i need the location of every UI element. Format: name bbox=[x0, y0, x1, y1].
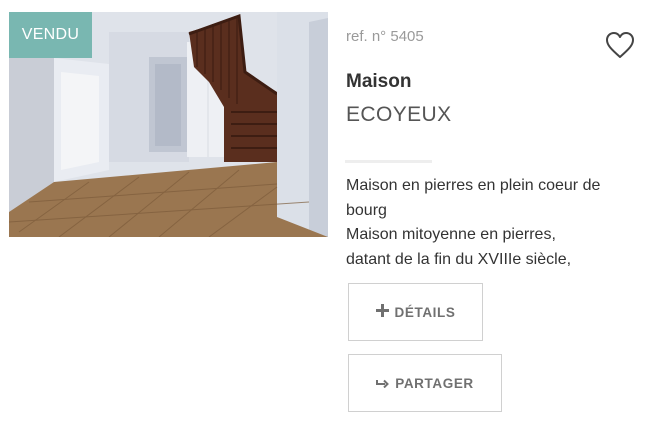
favorite-button[interactable] bbox=[605, 31, 635, 59]
reference-number: ref. n° 5405 bbox=[346, 28, 424, 45]
property-type: Maison bbox=[346, 71, 412, 92]
details-label: DÉTAILS bbox=[394, 304, 456, 320]
details-button[interactable]: DÉTAILS bbox=[348, 283, 483, 341]
status-badge: VENDU bbox=[9, 12, 92, 58]
plus-icon bbox=[375, 304, 389, 320]
property-description: Maison en pierres en plein coeur de bour… bbox=[346, 174, 646, 272]
description-line: datant de la fin du XVIIIe siècle, bbox=[346, 250, 572, 268]
property-city: ECOYEUX bbox=[346, 103, 452, 126]
description-line: Maison en pierres en plein coeur de bbox=[346, 177, 601, 194]
share-arrow-icon bbox=[376, 376, 390, 391]
description-line: bourg bbox=[346, 201, 387, 219]
share-label: PARTAGER bbox=[395, 375, 474, 391]
description-line: Maison mitoyenne en pierres, bbox=[346, 226, 556, 243]
share-button[interactable]: PARTAGER bbox=[348, 354, 502, 412]
heart-icon bbox=[606, 32, 634, 58]
divider bbox=[345, 160, 432, 163]
